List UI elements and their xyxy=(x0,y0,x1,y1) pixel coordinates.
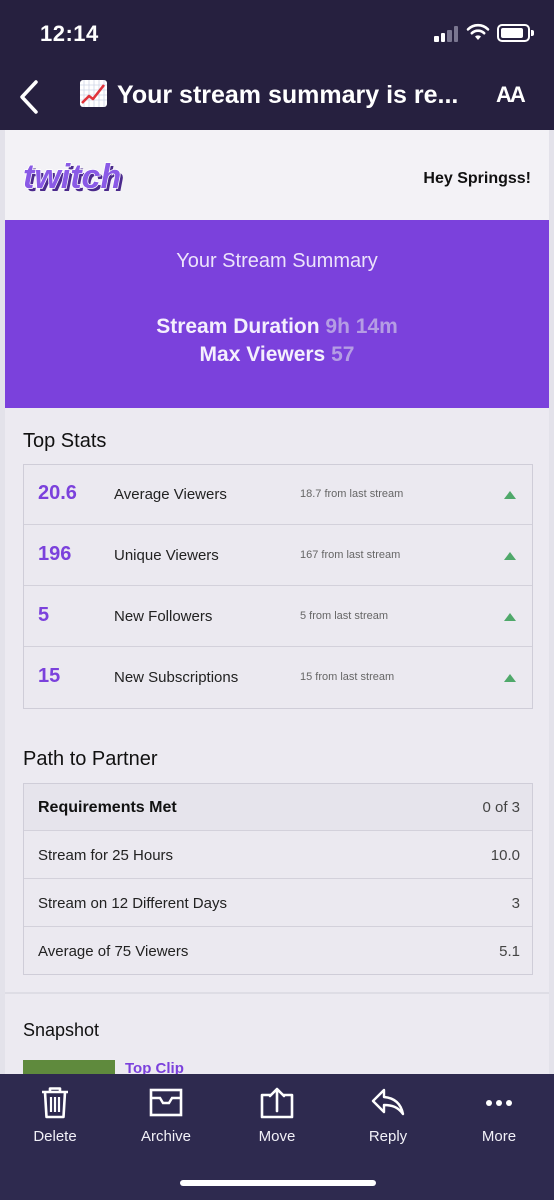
chevron-left-icon xyxy=(20,80,38,114)
top-clip-thumbnail[interactable] xyxy=(23,1060,115,1074)
chart-increasing-icon xyxy=(80,80,107,107)
requirement-value: 5.1 xyxy=(499,943,520,960)
max-viewers-value: 57 xyxy=(331,343,355,366)
archive-button[interactable]: Archive xyxy=(121,1086,211,1145)
requirement-row: Stream on 12 Different Days 3 xyxy=(24,880,532,927)
requirement-value: 10.0 xyxy=(490,847,520,864)
top-clip-link[interactable]: Top Clip xyxy=(125,1060,184,1074)
stat-label: Unique Viewers xyxy=(114,547,219,564)
trash-icon xyxy=(42,1087,68,1119)
stat-value: 20.6 xyxy=(38,482,77,504)
top-stats-title: Top Stats xyxy=(23,430,107,452)
email-subject: Your stream summary is re... xyxy=(80,80,476,110)
home-indicator[interactable] xyxy=(180,1180,376,1186)
requirement-row: Average of 75 Viewers 5.1 xyxy=(24,928,532,975)
reply-label: Reply xyxy=(368,1128,408,1145)
move-label: Move xyxy=(258,1128,296,1145)
stat-row-new-subscriptions: 15 New Subscriptions 15 from last stream xyxy=(24,648,532,708)
requirement-value: 3 xyxy=(511,895,520,912)
text-size-button[interactable]: AA xyxy=(496,82,526,108)
stream-summary-hero: Your Stream Summary Stream Duration 9h 1… xyxy=(5,220,549,408)
status-time: 12:14 xyxy=(40,21,99,46)
delete-label: Delete xyxy=(33,1128,77,1145)
ellipsis-icon xyxy=(486,1100,512,1106)
requirement-label: Stream for 25 Hours xyxy=(38,847,174,864)
stream-duration-label: Stream Duration xyxy=(156,315,320,338)
top-stats-table: 20.6 Average Viewers 18.7 from last stre… xyxy=(23,464,533,709)
path-to-partner-table: Requirements Met 0 of 3 Stream for 25 Ho… xyxy=(23,783,533,975)
requirements-met-value: 0 of 3 xyxy=(482,799,520,816)
archive-label: Archive xyxy=(140,1128,192,1145)
stat-previous: 18.7 from last stream xyxy=(300,488,404,500)
section-divider xyxy=(5,992,549,994)
requirement-label: Average of 75 Viewers xyxy=(38,943,189,960)
trend-up-icon xyxy=(504,613,516,621)
stat-value: 196 xyxy=(38,543,72,565)
trend-up-icon xyxy=(504,491,516,499)
greeting: Hey Springss! xyxy=(423,170,531,187)
stat-label: New Subscriptions xyxy=(114,669,239,686)
cellular-signal-icon xyxy=(434,26,460,42)
more-label: More xyxy=(481,1128,517,1145)
archive-box-icon xyxy=(149,1088,183,1117)
twitch-logo: twitch twitch xyxy=(22,160,124,198)
reply-arrow-icon xyxy=(371,1088,405,1116)
stat-row-average-viewers: 20.6 Average Viewers 18.7 from last stre… xyxy=(24,465,532,525)
stream-duration-value: 9h 14m xyxy=(325,315,398,338)
back-button[interactable] xyxy=(14,76,48,120)
stat-value: 5 xyxy=(38,604,50,626)
top-bar: 12:14 Your stream summary is re... AA xyxy=(0,0,554,130)
stream-duration: Stream Duration 9h 14m xyxy=(5,315,549,339)
delete-button[interactable]: Delete xyxy=(10,1086,100,1145)
requirements-met-label: Requirements Met xyxy=(38,799,177,816)
more-button[interactable]: More xyxy=(454,1086,544,1145)
requirement-label: Stream on 12 Different Days xyxy=(38,895,227,912)
text-size-icon: AA xyxy=(496,82,526,107)
move-button[interactable]: Move xyxy=(232,1086,322,1145)
wifi-icon xyxy=(466,23,490,40)
snapshot-title: Snapshot xyxy=(23,1020,100,1040)
email-body: twitch twitch Hey Springss! Your Stream … xyxy=(5,130,549,1074)
max-viewers-label: Max Viewers xyxy=(199,343,326,366)
stat-previous: 15 from last stream xyxy=(300,671,395,683)
stat-value: 15 xyxy=(38,665,61,687)
trend-up-icon xyxy=(504,552,516,560)
hero-title: Your Stream Summary xyxy=(176,250,378,272)
svg-text:twitch: twitch xyxy=(23,160,121,196)
stat-previous: 167 from last stream xyxy=(300,549,401,561)
max-viewers: Max Viewers 57 xyxy=(5,343,549,367)
requirements-met-row: Requirements Met 0 of 3 xyxy=(24,784,532,831)
stat-row-new-followers: 5 New Followers 5 from last stream xyxy=(24,587,532,647)
email-header-row: twitch twitch Hey Springss! xyxy=(5,130,549,220)
stat-row-unique-viewers: 196 Unique Viewers 167 from last stream xyxy=(24,526,532,586)
reply-button[interactable]: Reply xyxy=(343,1086,433,1145)
path-to-partner-title: Path to Partner xyxy=(23,748,158,770)
battery-icon xyxy=(497,24,534,42)
requirement-row: Stream for 25 Hours 10.0 xyxy=(24,832,532,879)
stat-previous: 5 from last stream xyxy=(300,610,389,622)
stat-label: Average Viewers xyxy=(114,486,227,503)
folder-move-icon xyxy=(260,1087,294,1119)
stat-label: New Followers xyxy=(114,608,213,625)
trend-up-icon xyxy=(504,674,516,682)
